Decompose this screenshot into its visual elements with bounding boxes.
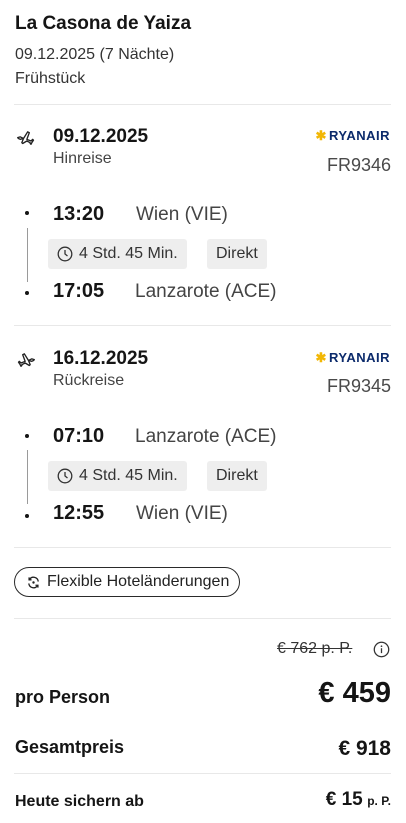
return-flight-number: FR9345: [326, 376, 391, 396]
flexible-hotel-changes-label: Flexible Hoteländerungen: [47, 573, 230, 590]
divider: [14, 773, 391, 774]
plane-return-icon: [15, 348, 37, 373]
outbound-departure-time: 13:20: [53, 203, 105, 225]
outbound-arrival-airport: Lanzarote (ACE): [135, 281, 277, 302]
harp-icon: ✱: [315, 350, 327, 365]
return-airline-name: RYANAIR: [328, 350, 390, 365]
route-line: [27, 450, 28, 504]
secure-price-unit: p. P.: [367, 794, 391, 808]
clock-icon: [57, 468, 73, 484]
divider: [14, 325, 391, 326]
refresh-icon: [26, 575, 41, 590]
old-price: € 762 p. P.: [277, 640, 353, 657]
divider: [14, 618, 391, 619]
return-arrival-time: 12:55: [53, 502, 105, 524]
return-direction: Rückreise: [53, 372, 125, 389]
outbound-direction: Hinreise: [53, 150, 112, 167]
per-person-label: pro Person: [15, 687, 111, 707]
plane-departure-icon: [15, 126, 37, 151]
clock-icon: [57, 246, 73, 262]
outbound-date: 09.12.2025: [53, 126, 149, 147]
secure-price: € 15 p. P.: [260, 789, 391, 811]
per-person-price: € 459: [318, 677, 391, 709]
outbound-departure-airport: Wien (VIE): [136, 204, 228, 225]
outbound-duration-chip: 4 Std. 45 Min.: [48, 239, 187, 269]
departure-dot: [25, 434, 29, 438]
total-price-label: Gesamtpreis: [15, 737, 125, 757]
departure-dot: [25, 211, 29, 215]
outbound-airline-name: RYANAIR: [328, 128, 390, 143]
return-airline-logo: ✱ RYANAIR: [280, 350, 390, 366]
outbound-stops: Direkt: [216, 245, 258, 262]
stay-dates: 09.12.2025 (7 Nächte): [15, 46, 175, 63]
arrival-dot: [25, 514, 29, 518]
return-arrival-airport: Wien (VIE): [136, 503, 228, 524]
divider: [14, 104, 391, 105]
arrival-dot: [25, 291, 29, 295]
return-departure-time: 07:10: [53, 425, 105, 447]
route-line: [27, 228, 28, 282]
secure-price-amount: € 15: [325, 789, 363, 810]
return-departure-airport: Lanzarote (ACE): [135, 426, 277, 447]
harp-icon: ✱: [315, 128, 327, 143]
outbound-duration: 4 Std. 45 Min.: [79, 245, 178, 262]
outbound-arrival-time: 17:05: [53, 280, 105, 302]
board-type: Frühstück: [15, 70, 86, 87]
total-price: € 918: [338, 737, 391, 760]
return-duration: 4 Std. 45 Min.: [79, 467, 178, 484]
return-duration-chip: 4 Std. 45 Min.: [48, 461, 187, 491]
return-stops: Direkt: [216, 467, 258, 484]
outbound-airline-logo: ✱ RYANAIR: [280, 128, 390, 144]
outbound-flight-number: FR9346: [326, 155, 391, 175]
return-stops-chip: Direkt: [207, 461, 267, 491]
secure-today-label: Heute sichern ab: [15, 793, 144, 810]
divider: [14, 547, 391, 548]
flexible-hotel-changes-button[interactable]: Flexible Hoteländerungen: [14, 567, 241, 597]
return-date: 16.12.2025: [53, 348, 149, 369]
hotel-name: La Casona de Yaiza: [15, 13, 192, 34]
info-icon[interactable]: [373, 641, 390, 663]
outbound-stops-chip: Direkt: [207, 239, 267, 269]
